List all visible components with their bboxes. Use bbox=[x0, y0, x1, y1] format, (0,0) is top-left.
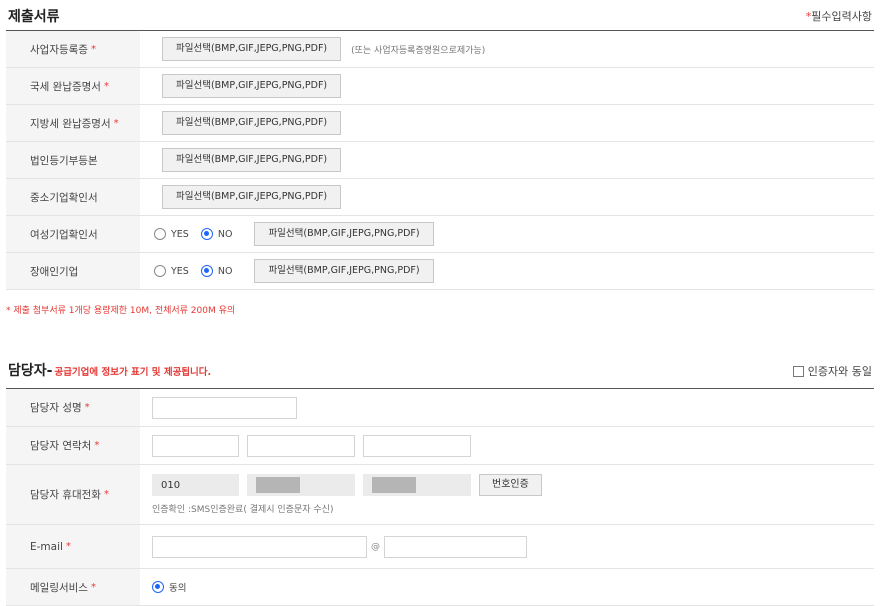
masked-value bbox=[256, 477, 300, 493]
row-label: 장애인기업 bbox=[30, 265, 79, 278]
radio-yes[interactable]: YES bbox=[154, 228, 189, 240]
row-women-cert: 여성기업확인서 YES NO 파일선택(BMP,GIF,JEPG,PNG,PDF… bbox=[6, 216, 874, 253]
row-manager-mobile: 담당자 휴대전화 * 010 번호인증 인증확인 :SMS인증완료( 결제시 인증… bbox=[6, 465, 874, 525]
masked-value bbox=[372, 477, 416, 493]
row-business-reg: 사업자등록증 * 파일선택(BMP,GIF,JEPG,PNG,PDF) (또는 사… bbox=[6, 31, 874, 68]
row-label: 담당자 성명 bbox=[30, 402, 82, 414]
mobile-middle-field[interactable] bbox=[247, 474, 355, 496]
contact-input-1[interactable] bbox=[152, 434, 239, 457]
row-local-tax: 지방세 완납증명서 * 파일선택(BMP,GIF,JEPG,PNG,PDF) bbox=[6, 105, 874, 142]
contact-input-2[interactable] bbox=[247, 434, 355, 457]
radio-yes-label: YES bbox=[171, 265, 189, 277]
size-limit-note: * 제출 첨부서류 1개당 용량제한 10M, 전체서류 200M 유의 bbox=[6, 306, 236, 316]
radio-on-icon bbox=[152, 581, 164, 593]
radio-off-icon bbox=[154, 228, 166, 240]
manager-subtitle: 공급기업에 정보가 표기 및 제공됩니다. bbox=[54, 367, 212, 378]
required-note: *필수입력사항 bbox=[805, 10, 872, 23]
verify-number-button[interactable]: 번호인증 bbox=[479, 474, 542, 496]
submission-title: 제출서류 bbox=[8, 9, 60, 25]
radio-no-label: NO bbox=[217, 265, 233, 277]
row-sme-cert: 중소기업확인서 파일선택(BMP,GIF,JEPG,PNG,PDF) bbox=[6, 179, 874, 216]
row-corp-registry: 법인등기부등본 파일선택(BMP,GIF,JEPG,PNG,PDF) bbox=[6, 142, 874, 179]
manager-table: 담당자 성명 * 담당자 연락처 * 담당자 휴대전화 * 010 번호인증 인증확인… bbox=[6, 388, 874, 606]
row-label: 법인등기부등본 bbox=[30, 154, 98, 167]
row-label: 담당자 휴대전화 bbox=[30, 489, 101, 501]
manager-title-text: 담당자 bbox=[8, 363, 47, 379]
radio-off-icon bbox=[154, 265, 166, 277]
file-select-button[interactable]: 파일선택(BMP,GIF,JEPG,PNG,PDF) bbox=[162, 111, 342, 135]
row-label: 국세 완납증명서 bbox=[30, 80, 101, 93]
row-label: 담당자 연락처 bbox=[30, 440, 92, 452]
radio-on-icon bbox=[200, 228, 213, 240]
radio-yes-label: YES bbox=[171, 228, 189, 240]
radio-on-icon bbox=[200, 265, 213, 277]
alt-hint: (또는 사업자등록증명원으로제가능) bbox=[351, 45, 486, 56]
row-mailing: 메일링서비스 * 동의 bbox=[6, 569, 874, 606]
checkbox-icon bbox=[792, 365, 804, 377]
email-at: @ bbox=[371, 541, 380, 552]
same-as-certifier[interactable]: 인증자와 동일 bbox=[792, 363, 872, 379]
mailing-agree-radio[interactable]: 동의 bbox=[152, 580, 186, 594]
same-label: 인증자와 동일 bbox=[807, 365, 872, 378]
radio-no[interactable]: NO bbox=[200, 228, 233, 240]
verify-status: 인증확인 :SMS인증완료( 결제시 인증문자 수신) bbox=[152, 505, 334, 515]
row-disabled-biz: 장애인기업 YES NO 파일선택(BMP,GIF,JEPG,PNG,PDF) bbox=[6, 253, 874, 290]
row-manager-contact: 담당자 연락처 * bbox=[6, 427, 874, 465]
row-label: E-mail bbox=[30, 540, 63, 553]
file-select-button[interactable]: 파일선택(BMP,GIF,JEPG,PNG,PDF) bbox=[254, 222, 434, 246]
mailing-option-label: 동의 bbox=[169, 583, 187, 594]
radio-no-label: NO bbox=[217, 228, 233, 240]
row-label: 중소기업확인서 bbox=[30, 191, 98, 204]
radio-yes[interactable]: YES bbox=[154, 265, 189, 277]
manager-name-input[interactable] bbox=[152, 396, 297, 419]
row-label: 지방세 완납증명서 bbox=[30, 117, 111, 130]
email-id-input[interactable] bbox=[152, 535, 367, 558]
mobile-prefix-field[interactable]: 010 bbox=[152, 474, 239, 496]
row-manager-name: 담당자 성명 * bbox=[6, 389, 874, 427]
row-email: E-mail * @ bbox=[6, 525, 874, 569]
title-dash: - bbox=[46, 363, 53, 379]
email-domain-input[interactable] bbox=[384, 535, 527, 558]
mobile-last-field[interactable] bbox=[363, 474, 471, 496]
row-label: 사업자등록증 bbox=[30, 43, 88, 56]
file-select-button[interactable]: 파일선택(BMP,GIF,JEPG,PNG,PDF) bbox=[162, 148, 342, 172]
row-label: 메일링서비스 bbox=[30, 581, 88, 594]
file-select-button[interactable]: 파일선택(BMP,GIF,JEPG,PNG,PDF) bbox=[162, 74, 342, 98]
manager-title: 담당자 - 공급기업에 정보가 표기 및 제공됩니다. bbox=[8, 360, 211, 380]
file-select-button[interactable]: 파일선택(BMP,GIF,JEPG,PNG,PDF) bbox=[254, 259, 434, 283]
row-national-tax: 국세 완납증명서 * 파일선택(BMP,GIF,JEPG,PNG,PDF) bbox=[6, 68, 874, 105]
row-label: 여성기업확인서 bbox=[30, 228, 98, 241]
submission-table: 사업자등록증 * 파일선택(BMP,GIF,JEPG,PNG,PDF) (또는 사… bbox=[6, 30, 874, 290]
contact-input-3[interactable] bbox=[363, 434, 471, 457]
file-select-button[interactable]: 파일선택(BMP,GIF,JEPG,PNG,PDF) bbox=[162, 37, 342, 61]
radio-no[interactable]: NO bbox=[200, 265, 233, 277]
file-select-button[interactable]: 파일선택(BMP,GIF,JEPG,PNG,PDF) bbox=[162, 185, 342, 209]
